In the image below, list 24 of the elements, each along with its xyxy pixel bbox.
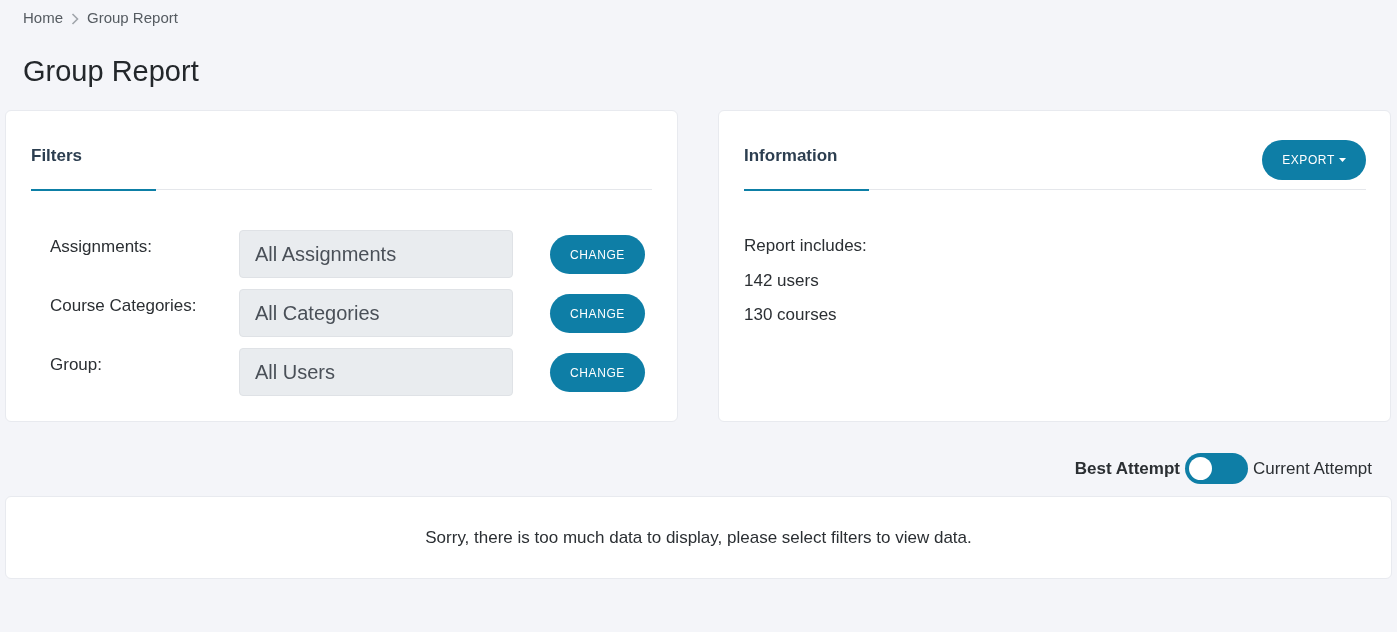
chevron-right-icon xyxy=(71,12,79,25)
filter-label: Course Categories: xyxy=(49,295,198,317)
filters-tab[interactable]: Filters xyxy=(31,143,156,191)
info-text: 130 courses xyxy=(744,304,837,326)
export-button[interactable]: EXPORT xyxy=(1262,140,1366,180)
breadcrumb-link[interactable]: Home xyxy=(23,7,63,30)
filter-value-field[interactable]: All Users xyxy=(239,348,513,396)
filter-value-field[interactable]: All Categories xyxy=(239,289,513,337)
filter-label: Group: xyxy=(49,354,103,376)
best-attempt-label: Best Attempt xyxy=(1074,457,1180,480)
info-text: 142 users xyxy=(744,269,819,292)
filter-label: Assignments: xyxy=(49,236,154,258)
change-button[interactable]: CHANGE xyxy=(550,235,645,274)
caret-icon xyxy=(1338,158,1346,162)
information-tab[interactable]: Information xyxy=(744,143,869,191)
change-button[interactable]: CHANGE xyxy=(550,353,645,392)
page-title: Group Report xyxy=(22,54,199,88)
change-button[interactable]: CHANGE xyxy=(550,294,645,333)
info-text: Report includes: xyxy=(744,235,867,257)
message-text: Sorry, there is too much data to display, please select filters to view data. xyxy=(425,526,972,549)
breadcrumb-current: Group Report xyxy=(87,8,178,29)
attempt-toggle[interactable] xyxy=(1184,453,1248,484)
current-attempt-label: Current Attempt xyxy=(1252,457,1372,480)
filter-value-field[interactable]: All Assignments xyxy=(239,230,513,278)
